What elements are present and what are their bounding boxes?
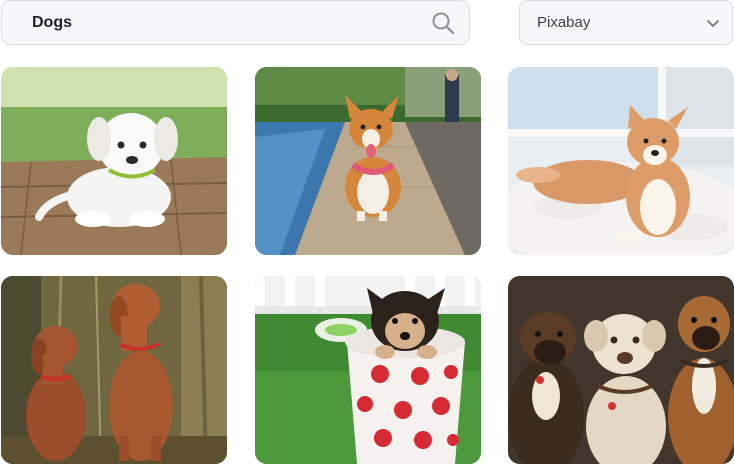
- three-dogs-portrait-image: [508, 276, 734, 464]
- puppy-in-polka-dot-cup-image: [255, 276, 481, 464]
- search-input[interactable]: [32, 13, 431, 32]
- result-image-three-dogs-portrait[interactable]: [508, 276, 734, 464]
- result-image-puppy-in-polka-dot-cup[interactable]: [255, 276, 481, 464]
- vizslas-sitting-image: [1, 276, 227, 464]
- source-select-value: Pixabay: [537, 14, 591, 31]
- source-select[interactable]: Pixabay: [519, 0, 733, 45]
- chevron-down-icon: [706, 16, 720, 30]
- result-image-vizslas-sitting[interactable]: [1, 276, 227, 464]
- result-image-corgi-on-dock[interactable]: [255, 67, 481, 255]
- result-image-shiba-on-rug[interactable]: [508, 67, 734, 255]
- search-icon[interactable]: [431, 11, 455, 35]
- corgi-on-dock-image: [255, 67, 481, 255]
- search-bar[interactable]: [1, 0, 470, 45]
- image-search-panel: Pixabay: [0, 0, 734, 464]
- result-image-puppy-on-deck[interactable]: [1, 67, 227, 255]
- puppy-on-deck-image: [1, 67, 227, 255]
- shiba-on-rug-image: [508, 67, 734, 255]
